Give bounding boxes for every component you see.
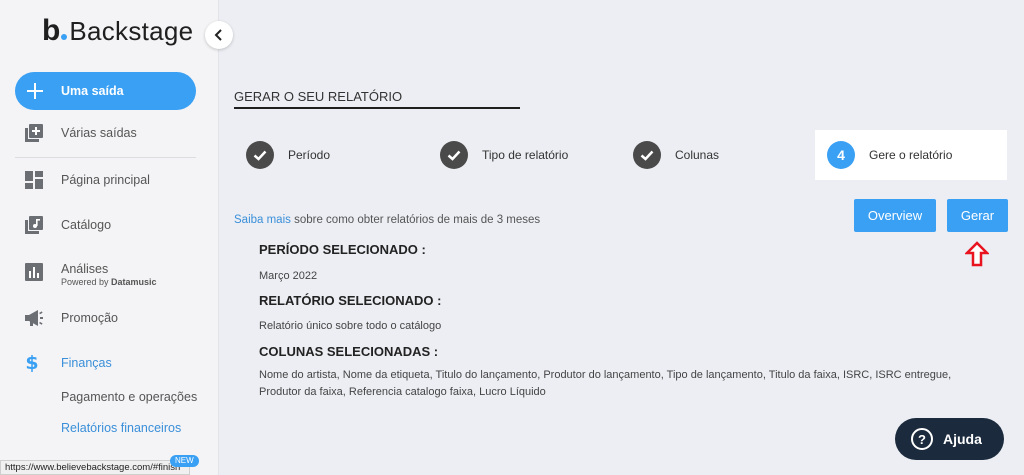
step-label: Tipo de relatório <box>482 148 569 162</box>
generate-button[interactable]: Gerar <box>947 199 1008 232</box>
step-columns[interactable]: Colunas <box>633 130 719 180</box>
title-underline <box>234 107 520 109</box>
sidebar-item-label: Catálogo <box>61 218 112 232</box>
check-icon <box>246 141 274 169</box>
arrow-up-icon <box>965 241 989 267</box>
help-button[interactable]: ? Ajuda <box>895 418 1004 460</box>
overview-button[interactable]: Overview <box>854 199 936 232</box>
learn-more-link[interactable]: Saiba mais <box>234 214 291 226</box>
dashboard-icon <box>24 170 44 190</box>
analytics-powered-by: Powered by Datamusic <box>61 277 157 287</box>
single-release-label: Uma saída <box>61 84 124 98</box>
page-title: GERAR O SEU RELATÓRIO <box>234 89 403 104</box>
period-value: Março 2022 <box>259 270 318 282</box>
backstage-logo[interactable]: b Backstage <box>42 16 193 46</box>
plus-icon <box>27 83 43 99</box>
step-report-type[interactable]: Tipo de relatório <box>440 130 568 180</box>
sidebar-item-label: Análises <box>61 262 109 276</box>
sidebar-item-label: Promoção <box>61 311 118 325</box>
collapse-sidebar-button[interactable] <box>205 21 233 49</box>
report-heading: RELATÓRIO SELECIONADO : <box>259 293 442 308</box>
info-text: Saiba mais sobre como obter relatórios d… <box>234 214 540 226</box>
period-heading: PERÍODO SELECIONADO : <box>259 242 426 257</box>
report-value: Relatório único sobre todo o catálogo <box>259 320 442 332</box>
sidebar-item-catalog[interactable]: Catálogo <box>0 215 219 235</box>
logo-letter: b <box>42 14 61 47</box>
sidebar-divider <box>15 157 196 158</box>
library-add-icon <box>24 123 44 143</box>
logo-text: Backstage <box>69 16 194 46</box>
columns-heading: COLUNAS SELECIONADAS : <box>259 344 439 359</box>
megaphone-icon <box>24 308 44 328</box>
check-icon <box>440 141 468 169</box>
step-label: Gere o relatório <box>869 148 953 162</box>
sidebar-item-home[interactable]: Página principal <box>0 170 219 190</box>
browser-status-bar: https://www.believebackstage.com/#finish <box>0 460 190 475</box>
step-label: Colunas <box>675 148 720 162</box>
question-icon: ? <box>911 428 933 450</box>
dollar-icon: $ <box>25 352 39 374</box>
bar-chart-icon <box>24 262 44 282</box>
music-library-icon <box>24 215 44 235</box>
check-icon <box>633 141 661 169</box>
chevron-left-icon <box>214 29 222 41</box>
columns-value: Nome do artista, Nome da etiqueta, Titul… <box>259 369 952 398</box>
sidebar-item-label: Página principal <box>61 173 150 187</box>
info-description: sobre como obter relatórios de mais de 3… <box>294 214 541 226</box>
sidebar-subitem-payments[interactable]: Pagamento e operações <box>61 390 197 404</box>
help-label: Ajuda <box>943 431 982 447</box>
logo-dot <box>61 34 68 40</box>
sidebar-item-multiple-releases[interactable]: Várias saídas <box>0 123 219 143</box>
sidebar-item-label: Várias saídas <box>61 126 137 140</box>
sidebar: b Backstage Uma saída Várias saídas Pági… <box>0 0 219 475</box>
new-badge: NEW <box>170 455 199 467</box>
single-release-button[interactable]: Uma saída <box>15 72 196 110</box>
sidebar-item-analytics[interactable]: Análises Powered by Datamusic <box>0 262 219 290</box>
sidebar-item-finances[interactable]: $ Finanças <box>0 352 219 374</box>
step-generate-report[interactable]: 4 Gere o relatório <box>827 130 952 180</box>
sidebar-item-label: Finanças <box>61 356 112 370</box>
step-period[interactable]: Período <box>246 130 330 180</box>
sidebar-item-promotion[interactable]: Promoção <box>0 308 219 328</box>
step-label: Período <box>288 148 331 162</box>
sidebar-subitem-financial-reports[interactable]: Relatórios financeiros <box>61 421 181 435</box>
step-number: 4 <box>827 141 855 169</box>
